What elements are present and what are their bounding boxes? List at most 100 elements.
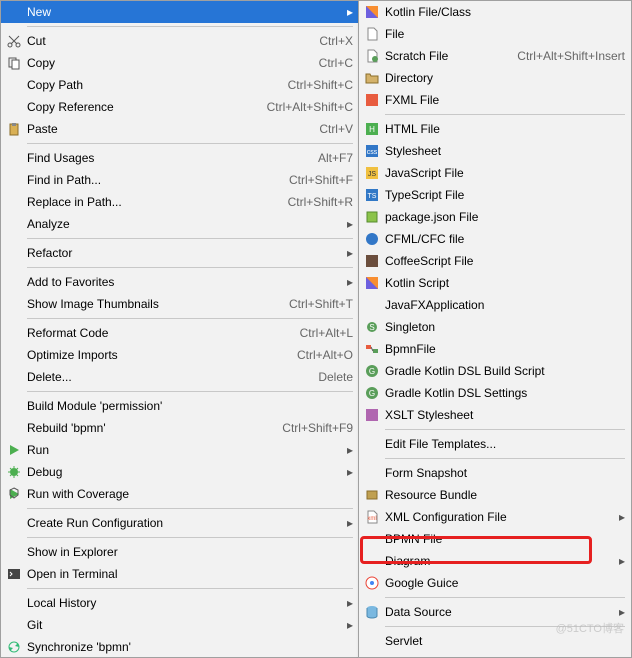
submenu-arrow-icon: ▸ xyxy=(343,618,353,632)
menu-item-shortcut: Ctrl+V xyxy=(311,122,353,136)
menu-item-label: package.json File xyxy=(381,210,625,224)
blank-icon xyxy=(5,245,23,261)
menu-item-edit-file-templates[interactable]: Edit File Templates... xyxy=(359,433,631,455)
menu-item-label: Synchronize 'bpmn' xyxy=(23,640,353,654)
blank-icon xyxy=(363,553,381,569)
menu-item-git[interactable]: Git▸ xyxy=(1,614,359,636)
coffee-icon xyxy=(363,253,381,269)
file-icon xyxy=(363,26,381,42)
menu-item-coffeescript-file[interactable]: CoffeeScript File xyxy=(359,250,631,272)
menu-item-shortcut: Ctrl+C xyxy=(311,56,353,70)
menu-item-shortcut: Delete xyxy=(310,370,353,384)
menu-separator xyxy=(385,114,625,115)
menu-item-find-in-path[interactable]: Find in Path...Ctrl+Shift+F xyxy=(1,169,359,191)
menu-item-debug[interactable]: Debug▸ xyxy=(1,461,359,483)
menu-item-javafxapplication[interactable]: JavaFXApplication xyxy=(359,294,631,316)
menu-item-copy-reference[interactable]: Copy ReferenceCtrl+Alt+Shift+C xyxy=(1,96,359,118)
menu-item-synchronize-bpmn[interactable]: Synchronize 'bpmn' xyxy=(1,636,359,658)
menu-item-new[interactable]: New▸ xyxy=(1,1,359,23)
menu-item-build-module-permission[interactable]: Build Module 'permission' xyxy=(1,395,359,417)
menu-item-xml-configuration-file[interactable]: xmlXML Configuration File▸ xyxy=(359,506,631,528)
menu-item-replace-in-path[interactable]: Replace in Path...Ctrl+Shift+R xyxy=(1,191,359,213)
blank-icon xyxy=(5,515,23,531)
menu-item-show-in-explorer[interactable]: Show in Explorer xyxy=(1,541,359,563)
menu-item-singleton[interactable]: SSingleton xyxy=(359,316,631,338)
menu-item-label: XSLT Stylesheet xyxy=(381,408,625,422)
menu-item-diagram[interactable]: Diagram▸ xyxy=(359,550,631,572)
menu-item-label: Gradle Kotlin DSL Build Script xyxy=(381,364,625,378)
menu-item-typescript-file[interactable]: TSTypeScript File xyxy=(359,184,631,206)
menu-separator xyxy=(385,458,625,459)
menu-item-cfml-cfc-file[interactable]: CFML/CFC file xyxy=(359,228,631,250)
menu-item-run[interactable]: Run▸ xyxy=(1,439,359,461)
menu-item-directory[interactable]: Directory xyxy=(359,67,631,89)
menu-item-stylesheet[interactable]: cssStylesheet xyxy=(359,140,631,162)
menu-item-scratch-file[interactable]: Scratch FileCtrl+Alt+Shift+Insert xyxy=(359,45,631,67)
menu-item-analyze[interactable]: Analyze▸ xyxy=(1,213,359,235)
menu-item-show-image-thumbnails[interactable]: Show Image ThumbnailsCtrl+Shift+T xyxy=(1,293,359,315)
menu-item-label: Directory xyxy=(381,71,625,85)
menu-item-xslt-stylesheet[interactable]: XSLT Stylesheet xyxy=(359,404,631,426)
scratch-icon xyxy=(363,48,381,64)
menu-item-label: Stylesheet xyxy=(381,144,625,158)
menu-item-file[interactable]: File xyxy=(359,23,631,45)
menu-item-shortcut: Ctrl+Shift+C xyxy=(280,78,353,92)
copy-icon xyxy=(5,55,23,71)
menu-item-label: Refactor xyxy=(23,246,343,260)
menu-item-javascript-file[interactable]: JSJavaScript File xyxy=(359,162,631,184)
menu-item-label: Run xyxy=(23,443,343,457)
menu-item-refactor[interactable]: Refactor▸ xyxy=(1,242,359,264)
menu-item-label: XML Configuration File xyxy=(381,510,615,524)
menu-item-copy[interactable]: CopyCtrl+C xyxy=(1,52,359,74)
menu-item-copy-path[interactable]: Copy PathCtrl+Shift+C xyxy=(1,74,359,96)
menu-item-package-json-file[interactable]: package.json File xyxy=(359,206,631,228)
menu-item-cut[interactable]: CutCtrl+X xyxy=(1,30,359,52)
menu-item-form-snapshot[interactable]: Form Snapshot xyxy=(359,462,631,484)
menu-item-bpmnfile[interactable]: BpmnFile xyxy=(359,338,631,360)
menu-item-find-usages[interactable]: Find UsagesAlt+F7 xyxy=(1,147,359,169)
menu-item-gradle-kotlin-dsl-build-script[interactable]: GGradle Kotlin DSL Build Script xyxy=(359,360,631,382)
menu-item-gradle-kotlin-dsl-settings[interactable]: GGradle Kotlin DSL Settings xyxy=(359,382,631,404)
menu-item-bpmn-file[interactable]: BPMN File xyxy=(359,528,631,550)
menu-item-label: Find Usages xyxy=(23,151,310,165)
menu-item-servlet[interactable]: Servlet xyxy=(359,630,631,652)
menu-item-label: JavaScript File xyxy=(381,166,625,180)
blank-icon xyxy=(5,172,23,188)
menu-item-label: Analyze xyxy=(23,217,343,231)
menu-item-label: Show in Explorer xyxy=(23,545,353,559)
menu-item-rebuild-bpmn[interactable]: Rebuild 'bpmn'Ctrl+Shift+F9 xyxy=(1,417,359,439)
blank-icon xyxy=(5,150,23,166)
menu-item-html-file[interactable]: HHTML File xyxy=(359,118,631,140)
menu-item-fxml-file[interactable]: FXML File xyxy=(359,89,631,111)
cfml-icon xyxy=(363,231,381,247)
menu-item-label: TypeScript File xyxy=(381,188,625,202)
menu-item-kotlin-file-class[interactable]: Kotlin File/Class xyxy=(359,1,631,23)
menu-item-label: BPMN File xyxy=(381,532,625,546)
menu-item-google-guice[interactable]: Google Guice xyxy=(359,572,631,594)
menu-item-reformat-code[interactable]: Reformat CodeCtrl+Alt+L xyxy=(1,322,359,344)
menu-item-create-run-configuration[interactable]: Create Run Configuration▸ xyxy=(1,512,359,534)
menu-item-open-in-terminal[interactable]: Open in Terminal xyxy=(1,563,359,585)
menu-item-label: Paste xyxy=(23,122,311,136)
menu-item-label: Git xyxy=(23,618,343,632)
menu-item-label: Delete... xyxy=(23,370,310,384)
blank-icon xyxy=(5,617,23,633)
menu-item-label: Local History xyxy=(23,596,343,610)
xml-icon: xml xyxy=(363,509,381,525)
submenu-arrow-icon: ▸ xyxy=(343,443,353,457)
menu-item-data-source[interactable]: Data Source▸ xyxy=(359,601,631,623)
menu-item-paste[interactable]: PasteCtrl+V xyxy=(1,118,359,140)
menu-item-resource-bundle[interactable]: Resource Bundle xyxy=(359,484,631,506)
menu-item-run-with-coverage[interactable]: Run with Coverage xyxy=(1,483,359,505)
menu-item-kotlin-script[interactable]: Kotlin Script xyxy=(359,272,631,294)
menu-item-local-history[interactable]: Local History▸ xyxy=(1,592,359,614)
menu-separator xyxy=(27,26,353,27)
menu-item-add-to-favorites[interactable]: Add to Favorites▸ xyxy=(1,271,359,293)
menu-item-delete[interactable]: Delete...Delete xyxy=(1,366,359,388)
menu-item-shortcut: Ctrl+X xyxy=(311,34,353,48)
menu-item-label: Copy xyxy=(23,56,311,70)
menu-item-label: Gradle Kotlin DSL Settings xyxy=(381,386,625,400)
menu-item-label: FXML File xyxy=(381,93,625,107)
menu-item-optimize-imports[interactable]: Optimize ImportsCtrl+Alt+O xyxy=(1,344,359,366)
blank-icon xyxy=(5,4,23,20)
